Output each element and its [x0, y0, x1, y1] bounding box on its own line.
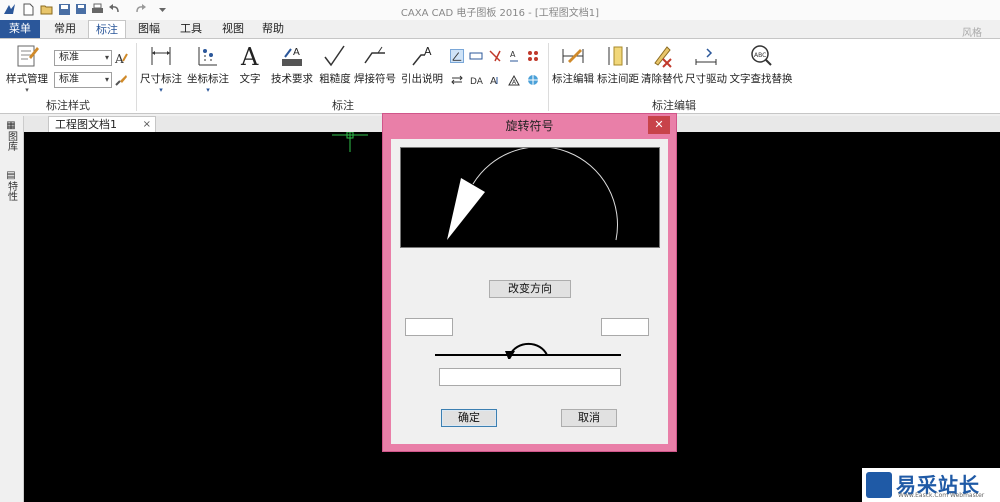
- svg-text:A: A: [240, 43, 259, 69]
- dialog-body: 改变方向 确定 取消: [391, 139, 668, 444]
- chevron-down-icon: ▾: [206, 86, 210, 94]
- ok-button[interactable]: 确定: [441, 409, 497, 427]
- chevron-down-icon: ▾: [159, 86, 163, 94]
- svg-text:A: A: [510, 50, 516, 59]
- watermark-logo: 易采站长站 Www.Easck.Com Webmaster: [862, 468, 1000, 502]
- text-style-icon[interactable]: A: [114, 51, 128, 65]
- ribbon: 样式管理 ▾ 标准 ▾ A 标准 ▾ 标注样式 尺寸标注 ▾ 坐标标注 ▾ A …: [0, 38, 1000, 114]
- leader-note-button[interactable]: A 引出说明: [400, 43, 444, 86]
- library-icon: ▦: [6, 120, 16, 131]
- svg-text:ABC: ABC: [754, 52, 766, 59]
- close-icon[interactable]: ✕: [648, 116, 670, 134]
- tech-requirement-icon: A: [282, 47, 302, 66]
- annotation-spacing-button[interactable]: 标注间距: [597, 43, 639, 86]
- change-direction-button[interactable]: 改变方向: [489, 280, 571, 298]
- leader-note-icon: A: [412, 45, 432, 66]
- side-panel: ▦ 图库 ▤ 特性: [0, 116, 24, 502]
- group-label-style: 标注样式: [46, 99, 90, 112]
- weld-symbol-button[interactable]: 焊接符号: [354, 43, 396, 86]
- side-tab-properties[interactable]: ▤ 特性: [4, 170, 18, 204]
- annotation-edit-button[interactable]: 标注编辑: [552, 43, 594, 86]
- chamfer-icon[interactable]: [469, 49, 483, 63]
- brush-icon[interactable]: [114, 73, 128, 87]
- svg-text:A: A: [424, 45, 432, 58]
- tab-view[interactable]: 视图: [216, 20, 250, 38]
- dimension-drive-icon: [695, 48, 717, 65]
- dialog-title: 旋转符号: [505, 119, 554, 133]
- size-text-icon[interactable]: DA: [469, 73, 483, 87]
- rotation-arrow-preview: [447, 146, 618, 241]
- window-title: CAXA CAD 电子图板 2016 - [工程图文档1]: [400, 8, 600, 19]
- cancel-button[interactable]: 取消: [561, 409, 617, 427]
- weld-symbol-icon: [364, 46, 385, 64]
- chevron-down-icon: ▾: [25, 86, 29, 94]
- group-divider: [136, 43, 137, 111]
- cross-mark-icon[interactable]: [488, 49, 502, 63]
- dimension-icon: [151, 47, 171, 65]
- roughness-icon: [324, 45, 345, 67]
- dimension-drive-button[interactable]: 尺寸驱动: [685, 43, 727, 86]
- svg-text:A: A: [490, 76, 497, 87]
- title-bar: CAXA CAD 电子图板 2016 - [工程图文档1]: [0, 0, 1000, 20]
- coordinate-dimension-button[interactable]: 坐标标注 ▾: [186, 43, 230, 94]
- side-tab-library[interactable]: ▦ 图库: [4, 120, 18, 154]
- symbol-sample: [435, 342, 621, 359]
- group-label-annotate: 标注: [332, 99, 354, 112]
- tab-help[interactable]: 帮助: [256, 20, 290, 38]
- roughness-button[interactable]: 粗糙度: [318, 43, 352, 86]
- coordinate-dimension-icon: [198, 47, 217, 66]
- tab-common[interactable]: 常用: [48, 20, 82, 38]
- style-manage-icon: [17, 45, 39, 67]
- text-button[interactable]: A 文字: [236, 43, 264, 86]
- tab-menu[interactable]: 菜单: [0, 20, 40, 38]
- document-tab[interactable]: 工程图文档1 ×: [48, 116, 156, 132]
- chevron-down-icon: ▾: [104, 53, 109, 62]
- group-label-edit: 标注编辑: [652, 99, 696, 112]
- dimension-style-select[interactable]: 标准 ▾: [54, 50, 112, 66]
- angle-dimension-icon[interactable]: [450, 49, 464, 63]
- svg-text:A: A: [114, 52, 124, 65]
- group-divider: [548, 43, 549, 111]
- annotation-spacing-icon: [608, 46, 628, 66]
- style-manage-button[interactable]: 样式管理 ▾: [4, 43, 50, 94]
- dots-grid-icon[interactable]: [526, 49, 540, 63]
- ribbon-tabs: 菜单 常用 标注 图幅 工具 视图 帮助: [0, 20, 1000, 39]
- chevron-down-icon: ▾: [104, 75, 109, 84]
- text-style-select[interactable]: 标准 ▾: [54, 72, 112, 88]
- svg-text:DA: DA: [470, 77, 483, 87]
- properties-icon: ▤: [6, 170, 16, 181]
- watermark-icon: [866, 472, 892, 498]
- tab-tools[interactable]: 工具: [174, 20, 208, 38]
- text-find-replace-button[interactable]: ABC 文字查找替换: [729, 43, 793, 86]
- tab-sheet[interactable]: 图幅: [132, 20, 166, 38]
- arrow-swap-icon[interactable]: [450, 73, 464, 87]
- tech-requirement-button[interactable]: A 技术要求: [270, 43, 314, 86]
- text-align-icon[interactable]: A: [488, 73, 502, 87]
- svg-text:A: A: [293, 47, 300, 58]
- datum-icon[interactable]: A: [507, 49, 521, 63]
- dimension-button[interactable]: 尺寸标注 ▾: [140, 43, 182, 94]
- rotate-symbol-dialog: 旋转符号 ✕ 改变方向 确定 取消: [382, 113, 677, 452]
- center-mark-icon[interactable]: [526, 73, 540, 87]
- annotation-edit-icon: [562, 49, 584, 63]
- text-icon: A: [240, 43, 259, 69]
- preview-panel: [400, 146, 660, 248]
- close-tab-icon[interactable]: ×: [143, 117, 151, 132]
- clear-override-icon: [654, 46, 672, 68]
- bottom-value-field[interactable]: [439, 368, 621, 386]
- clear-override-button[interactable]: 清除替代: [641, 43, 683, 86]
- tab-annotate[interactable]: 标注: [88, 20, 126, 39]
- triangle-a-icon[interactable]: A: [507, 73, 521, 87]
- magnifier-icon: ABC: [751, 45, 772, 66]
- watermark-subtext: Www.Easck.Com Webmaster: [898, 492, 985, 499]
